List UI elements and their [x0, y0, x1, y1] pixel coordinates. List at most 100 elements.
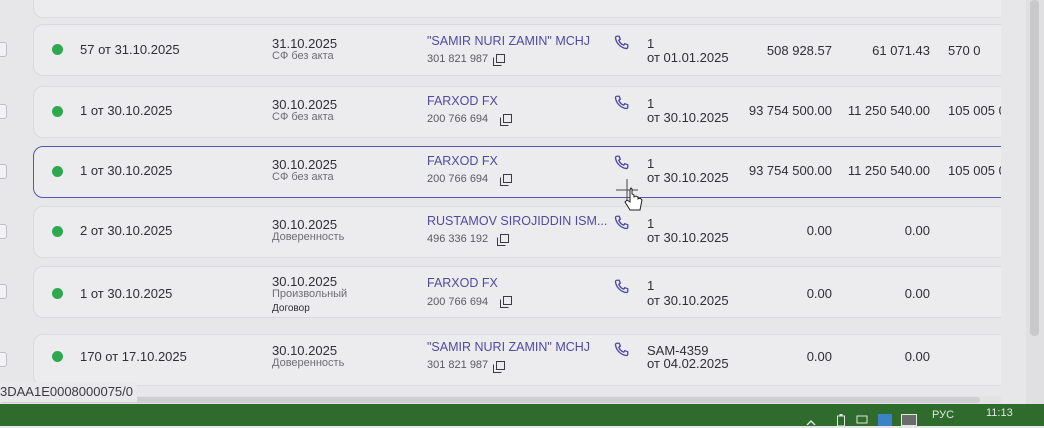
app-tray-icon[interactable]	[878, 414, 892, 426]
chevron-up-icon[interactable]	[806, 418, 816, 426]
counterparty-name[interactable]: FARXOD FX	[427, 154, 607, 168]
status-dot-icon	[52, 288, 63, 299]
counterparty-name[interactable]: FARXOD FX	[427, 94, 607, 108]
phone-icon[interactable]	[612, 94, 630, 112]
document-subtype: Договор	[272, 303, 310, 314]
keyboard-language[interactable]: РУС	[932, 404, 954, 426]
hand-cursor-icon	[616, 179, 643, 211]
copy-icon[interactable]	[493, 361, 505, 373]
row-checkbox[interactable]	[0, 224, 7, 239]
amount-without-vat: 93 754 500.00	[748, 163, 832, 178]
phone-icon[interactable]	[612, 278, 630, 296]
contract-number: 1	[647, 96, 655, 111]
amount-without-vat: 508 928.57	[766, 43, 832, 58]
document-type: Доверенность	[272, 231, 345, 243]
horizontal-scroll-thumb[interactable]	[0, 397, 980, 403]
status-tooltip: 3DAA1E0008000075/0	[0, 382, 138, 402]
counterparty-tin: 496 336 192	[427, 233, 489, 245]
document-type: СФ без акта	[272, 50, 334, 62]
table-row[interactable]: 170 от 17.10.2025 30.10.2025 Доверенност…	[0, 334, 1001, 386]
document-number: 1 от 30.10.2025	[80, 103, 173, 118]
document-type: Доверенность	[272, 357, 345, 369]
row-card[interactable]	[33, 266, 1001, 318]
contract-date: от 04.02.2025	[647, 356, 729, 371]
contract-date: от 01.01.2025	[647, 50, 729, 65]
status-dot-icon	[52, 226, 63, 237]
contract-number: 1	[647, 156, 655, 171]
table-row[interactable]: 57 от 31.10.2025 31.10.2025 СФ без акта …	[0, 24, 1001, 76]
copy-icon[interactable]	[497, 234, 509, 246]
counterparty-tin: 301 821 987	[427, 53, 489, 65]
document-date: 30.10.2025	[272, 157, 338, 172]
row-checkbox[interactable]	[0, 164, 7, 179]
table-row[interactable]: 2 от 30.10.2025 30.10.2025 Доверенность …	[0, 206, 1001, 258]
copy-icon[interactable]	[500, 296, 512, 308]
amount-without-vat: 93 754 500.00	[748, 103, 832, 118]
contract-date: от 30.10.2025	[647, 293, 729, 308]
amount-without-vat: 0.00	[806, 223, 832, 238]
total-amount: 105 005 0	[948, 103, 1001, 118]
contract-date: от 30.10.2025	[647, 170, 729, 185]
counterparty-tin: 200 766 694	[427, 173, 489, 185]
vat-amount: 61 071.43	[872, 43, 930, 58]
row-checkbox[interactable]	[0, 42, 7, 57]
counterparty-tin: 301 821 987	[427, 359, 489, 371]
display-icon[interactable]	[901, 414, 917, 426]
contract-date: от 30.10.2025	[647, 110, 729, 125]
counterparty-name[interactable]: RUSTAMOV SIROJIDDIN ISM...	[427, 214, 607, 228]
copy-icon[interactable]	[500, 174, 512, 186]
document-date: 31.10.2025	[272, 36, 338, 51]
counterparty-tin: 200 766 694	[427, 113, 489, 125]
status-dot-icon	[52, 44, 63, 55]
clock-time[interactable]: 11:13	[986, 406, 1013, 428]
document-date: 30.10.2025	[272, 274, 338, 289]
phone-icon[interactable]	[612, 341, 630, 359]
copy-icon[interactable]	[500, 114, 512, 126]
document-type: Произвольный	[272, 288, 348, 300]
contract-number: 1	[647, 216, 655, 231]
document-type: СФ без акта	[272, 171, 334, 183]
document-number: 170 от 17.10.2025	[80, 349, 187, 364]
vat-amount: 11 250 540.00	[847, 103, 930, 118]
previous-row-card[interactable]	[33, 0, 1001, 18]
status-dot-icon	[52, 351, 63, 362]
network-icon[interactable]	[856, 414, 868, 426]
phone-icon[interactable]	[612, 214, 630, 232]
total-amount: 105 005 0	[948, 163, 1001, 178]
phone-icon[interactable]	[612, 154, 630, 172]
counterparty-tin: 200 766 694	[427, 296, 489, 308]
status-dot-icon	[52, 166, 63, 177]
table-row[interactable]: 1 от 30.10.2025 30.10.2025 СФ без акта F…	[0, 86, 1001, 138]
row-checkbox[interactable]	[0, 284, 7, 299]
table-row[interactable]: 1 от 30.10.2025 30.10.2025 Произвольный …	[0, 266, 1001, 318]
document-number: 1 от 30.10.2025	[80, 286, 173, 301]
document-number: 1 от 30.10.2025	[80, 163, 173, 178]
vat-amount: 0.00	[904, 286, 930, 301]
document-date: 30.10.2025	[272, 217, 338, 232]
phone-icon[interactable]	[612, 34, 630, 52]
document-number: 57 от 31.10.2025	[80, 42, 180, 57]
battery-icon[interactable]	[836, 414, 846, 426]
total-amount: 570 0	[948, 43, 981, 58]
contract-number: 1	[647, 278, 655, 293]
counterparty-name[interactable]: "SAMIR NURI ZAMIN" MCHJ	[427, 34, 607, 48]
amount-without-vat: 0.00	[806, 349, 832, 364]
vat-amount: 0.00	[904, 223, 930, 238]
row-checkbox[interactable]	[0, 104, 7, 119]
copy-icon[interactable]	[493, 54, 505, 66]
contract-date: от 30.10.2025	[647, 230, 729, 245]
vertical-scroll-thumb[interactable]	[1030, 0, 1039, 336]
amount-without-vat: 0.00	[806, 286, 832, 301]
table-row-selected[interactable]: 1 от 30.10.2025 30.10.2025 СФ без акта F…	[0, 146, 1001, 198]
counterparty-name[interactable]: "SAMIR NURI ZAMIN" MCHJ	[427, 340, 607, 354]
row-checkbox[interactable]	[0, 352, 7, 367]
document-type: СФ без акта	[272, 111, 334, 123]
document-date: 30.10.2025	[272, 343, 338, 358]
documents-list: 57 от 31.10.2025 31.10.2025 СФ без акта …	[0, 0, 1001, 404]
counterparty-name[interactable]: FARXOD FX	[427, 276, 607, 290]
vat-amount: 0.00	[904, 349, 930, 364]
document-number: 2 от 30.10.2025	[80, 223, 173, 238]
status-dot-icon	[52, 106, 63, 117]
document-date: 30.10.2025	[272, 97, 338, 112]
vat-amount: 11 250 540.00	[847, 163, 930, 178]
